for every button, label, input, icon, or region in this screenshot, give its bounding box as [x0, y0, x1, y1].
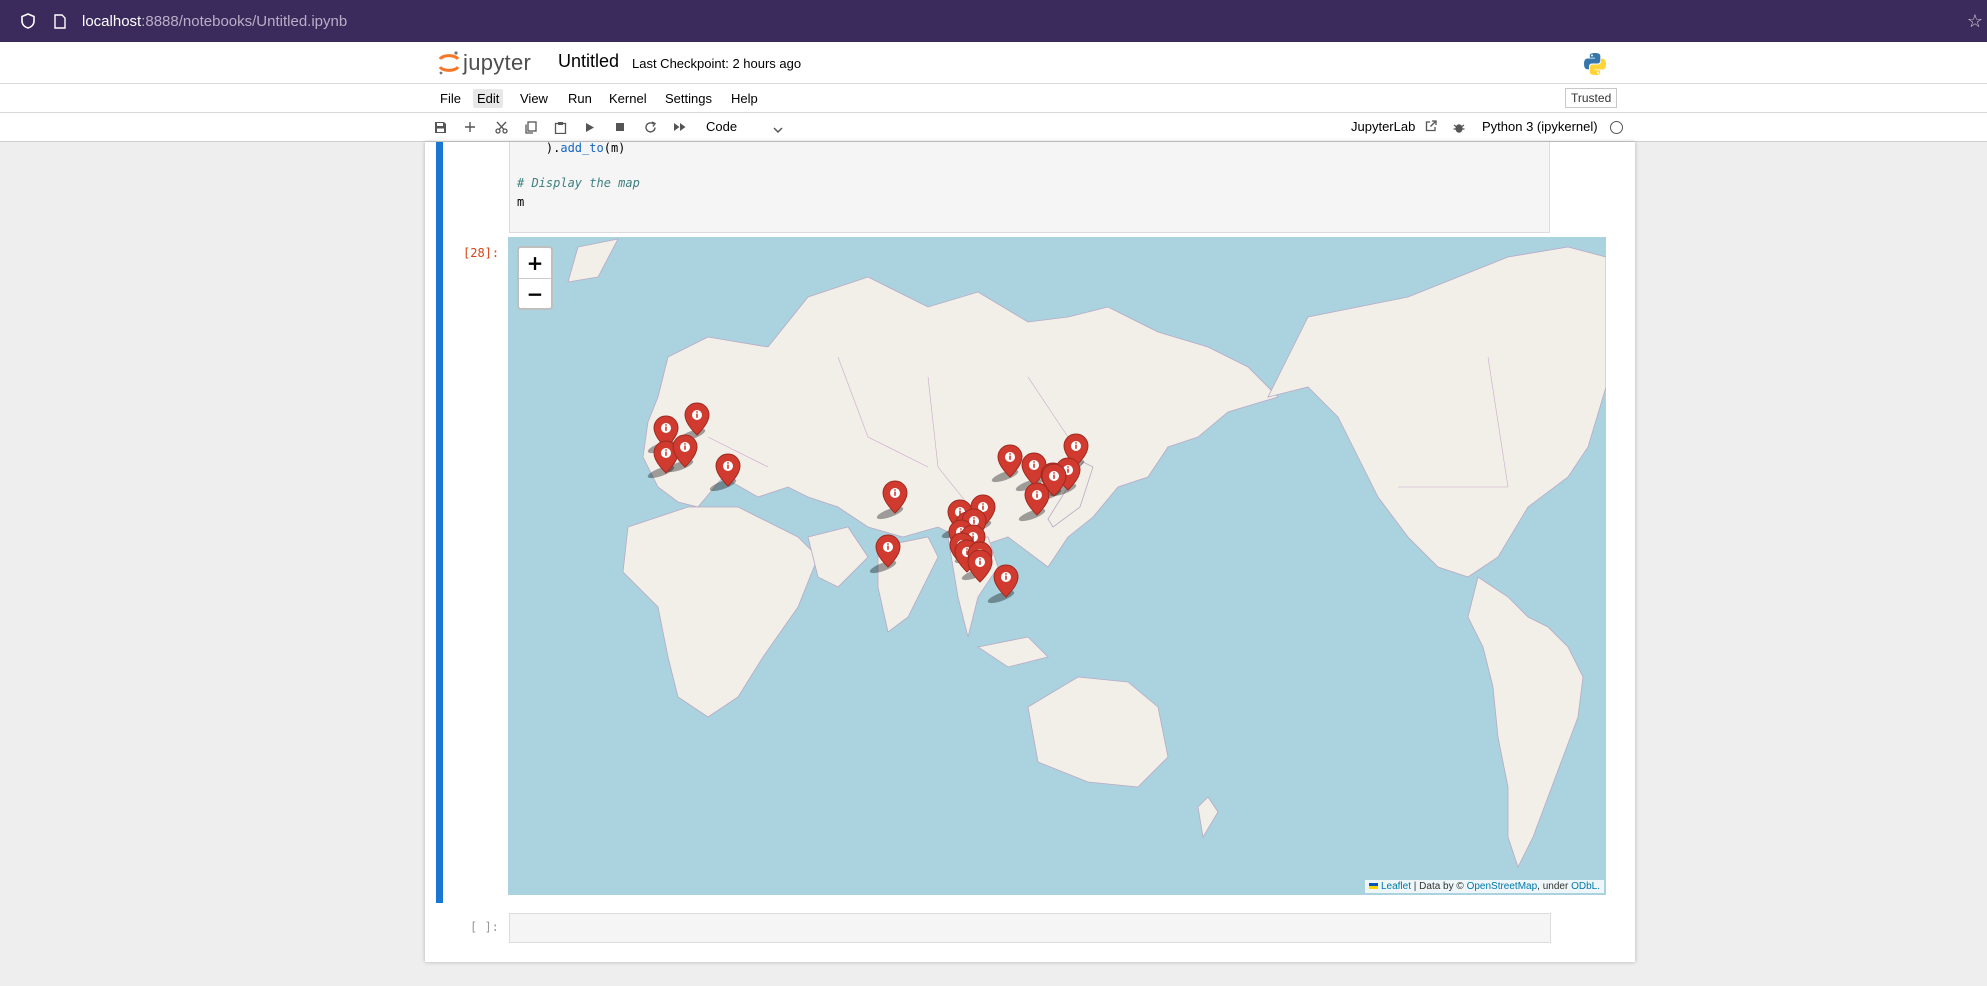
fast-forward-icon[interactable] — [672, 119, 688, 135]
stop-icon[interactable] — [612, 119, 628, 135]
empty-code-cell[interactable] — [509, 913, 1551, 943]
code-text: ).add_to(m) — [517, 142, 626, 155]
url-host: localhost — [82, 12, 142, 30]
code-line: ).add_to(m) — [517, 142, 626, 155]
open-in-jupyterlab-button[interactable]: JupyterLab — [1351, 119, 1437, 134]
cell-type-select[interactable]: Code — [706, 119, 737, 134]
jupyter-wordmark: jupyter — [463, 50, 532, 75]
run-icon[interactable] — [582, 119, 598, 135]
zoom-in-button[interactable]: + — [519, 248, 551, 279]
menu-kernel[interactable]: Kernel — [605, 89, 651, 108]
code-line: m — [517, 195, 525, 209]
menu-edit[interactable]: Edit — [473, 89, 504, 108]
menubar: File Edit View Run Kernel Settings Help … — [0, 84, 1987, 113]
shield-icon[interactable] — [18, 11, 38, 31]
jupyter-logo[interactable]: jupyter — [438, 50, 531, 76]
trusted-badge[interactable]: Trusted — [1565, 88, 1618, 108]
ukraine-flag-icon — [1369, 883, 1379, 889]
cell-selection-bar[interactable] — [436, 142, 443, 903]
openstreetmap-link[interactable]: OpenStreetMap — [1467, 881, 1538, 892]
bookmark-star-icon[interactable]: ☆ — [1967, 11, 1983, 32]
marker-layer — [646, 402, 1089, 604]
code-comment: # Display the map — [517, 176, 640, 190]
jupyterlab-label: JupyterLab — [1351, 119, 1416, 134]
restart-icon[interactable] — [642, 119, 658, 135]
map-markers[interactable] — [653, 402, 1089, 598]
notebook-toolbar: Code JupyterLab Python 3 (ipykernel) — [0, 113, 1987, 142]
chevron-down-icon[interactable] — [773, 121, 783, 139]
attribution-text: | Data by © — [1413, 881, 1464, 892]
menu-file[interactable]: File — [436, 89, 465, 108]
empty-cell-prompt: [ ]: — [470, 920, 499, 934]
paste-icon[interactable] — [552, 119, 568, 135]
leaflet-link[interactable]: Leaflet — [1381, 881, 1411, 892]
menu-settings[interactable]: Settings — [661, 89, 716, 108]
jupyter-header: jupyter Untitled Last Checkpoint: 2 hour… — [0, 42, 1987, 84]
notebook-panel: ).add_to(m) # Display the map m [28]: + … — [425, 142, 1635, 962]
code-cell-editor[interactable]: ).add_to(m) # Display the map m — [509, 142, 1550, 233]
attribution-under: , under — [1537, 881, 1569, 892]
menu-run[interactable]: Run — [564, 89, 596, 108]
output-prompt: [28]: — [463, 246, 500, 260]
map-attribution: Leaflet | Data by © OpenStreetMap, under… — [1365, 880, 1604, 893]
leaflet-map[interactable]: + − Leaflet | Data by © OpenStreetMap, u… — [508, 237, 1606, 895]
zoom-control: + − — [517, 246, 553, 310]
save-icon[interactable] — [432, 119, 448, 135]
python-logo-icon — [1583, 52, 1607, 81]
code-method-name: add_to — [560, 142, 604, 155]
menu-view[interactable]: View — [516, 89, 552, 108]
jupyter-logo-icon — [438, 51, 460, 75]
add-cell-icon[interactable] — [462, 119, 478, 135]
kernel-status-idle-icon — [1610, 121, 1623, 134]
debugger-bug-icon[interactable] — [1451, 119, 1467, 135]
zoom-out-button[interactable]: − — [519, 279, 551, 309]
checkpoint-status: Last Checkpoint: 2 hours ago — [632, 56, 802, 71]
external-link-icon — [1425, 120, 1437, 132]
copy-icon[interactable] — [522, 119, 538, 135]
odbl-link[interactable]: ODbL. — [1571, 881, 1600, 892]
browser-address-bar: localhost:8888/notebooks/Untitled.ipynb … — [0, 0, 1987, 42]
notebook-title[interactable]: Untitled — [558, 51, 619, 72]
page-icon — [54, 12, 68, 30]
kernel-name[interactable]: Python 3 (ipykernel) — [1482, 119, 1598, 134]
cut-icon[interactable] — [493, 119, 509, 135]
url-field[interactable]: localhost:8888/notebooks/Untitled.ipynb — [82, 13, 347, 30]
menu-help[interactable]: Help — [727, 89, 762, 108]
url-path: :8888/notebooks/Untitled.ipynb — [141, 12, 348, 30]
